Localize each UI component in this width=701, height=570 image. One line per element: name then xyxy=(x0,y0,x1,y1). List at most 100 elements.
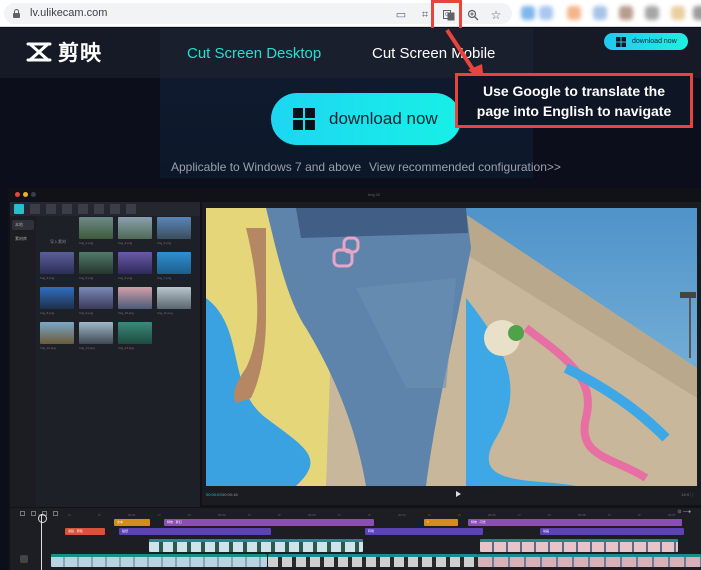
logo-text: 剪映 xyxy=(58,42,102,65)
media-thumbnail[interactable] xyxy=(40,252,74,274)
media-thumbnail[interactable] xyxy=(79,322,113,344)
ruler-tick: 2f xyxy=(638,513,641,517)
zoom-icon[interactable] xyxy=(467,9,479,21)
undo-icon[interactable] xyxy=(20,511,25,516)
close-dot-icon[interactable] xyxy=(15,192,20,197)
tab-sticker[interactable] xyxy=(62,204,72,214)
window-controls xyxy=(15,192,36,197)
bookmark-star-icon[interactable]: ☆ xyxy=(490,9,502,21)
header-download-button[interactable]: download now xyxy=(604,33,688,50)
callout-line-1: Use Google to translate the xyxy=(482,82,666,99)
capcut-logo-icon xyxy=(26,42,52,62)
minimize-dot-icon[interactable] xyxy=(23,192,28,197)
tab-adjust[interactable] xyxy=(126,204,136,214)
media-thumbnail-caption: Img_13.png xyxy=(79,346,95,350)
media-thumbnail[interactable] xyxy=(118,322,152,344)
media-thumbnail-caption: Img_4.png xyxy=(40,276,55,280)
editor-preview-window: Img 02 本地 素材库 导入素材 Img_1.png Img_2.png Img… xyxy=(8,188,701,570)
media-thumbnail-caption: Img_10.png xyxy=(118,311,134,315)
ruler-tick: 00:01 xyxy=(128,513,136,517)
redo-icon[interactable] xyxy=(31,511,36,516)
tab-effects[interactable] xyxy=(78,204,88,214)
extension-icon[interactable] xyxy=(539,6,553,20)
video-clip[interactable] xyxy=(480,539,678,552)
media-thumbnail[interactable] xyxy=(40,287,74,309)
extension-icon[interactable] xyxy=(619,6,633,20)
video-clip[interactable] xyxy=(149,539,363,552)
main-track-lock-icon[interactable] xyxy=(20,555,28,563)
tab-text[interactable] xyxy=(46,204,56,214)
media-thumbnail[interactable] xyxy=(79,252,113,274)
logo[interactable]: 剪映 xyxy=(26,38,102,66)
download-now-button[interactable]: download now xyxy=(271,93,461,145)
url-text[interactable]: lv.ulikecam.com xyxy=(30,7,107,19)
effect-clip[interactable]: 滤镜 · 调色 xyxy=(65,528,105,535)
effect-clip[interactable]: 贴纸 xyxy=(119,528,271,535)
preview-panel: 00:00:03 00:00:18 16:9 ⛶ xyxy=(202,202,701,505)
effect-clip[interactable]: T xyxy=(424,519,458,526)
nav-mobile[interactable]: Cut Screen Mobile xyxy=(372,45,495,62)
extension-icon[interactable] xyxy=(645,6,659,20)
ruler-tick: 2f xyxy=(188,513,191,517)
ruler-tick: 1f xyxy=(428,513,431,517)
video-clip[interactable] xyxy=(478,554,701,567)
site-header: 剪映 Cut Screen Desktop Cut Screen Mobile … xyxy=(0,28,701,78)
sidebar-item-library[interactable]: 素材库 xyxy=(12,234,34,244)
media-thumbnail-caption: Img_3.png xyxy=(157,241,172,245)
total-timecode: 00:00:18 xyxy=(222,492,238,497)
media-thumbnail[interactable] xyxy=(118,217,152,239)
sidebar-item-local[interactable]: 本地 xyxy=(12,220,34,230)
aspect-ratio-control[interactable]: 16:9 ⛶ xyxy=(681,492,693,497)
media-thumbnail[interactable] xyxy=(79,217,113,239)
windows-icon xyxy=(616,36,626,47)
media-thumbnail[interactable] xyxy=(118,287,152,309)
ruler-tick: 1f xyxy=(158,513,161,517)
effect-clip[interactable]: 特效 · 闪光 xyxy=(468,519,682,526)
media-library-panel: 本地 素材库 导入素材 Img_1.png Img_2.png Img_3.png I… xyxy=(10,202,200,507)
media-thumbnail[interactable] xyxy=(157,217,191,239)
play-icon[interactable] xyxy=(456,491,461,497)
effect-clip[interactable]: 特效 · 梦幻 xyxy=(164,519,374,526)
extension-icon[interactable] xyxy=(671,6,685,20)
media-thumbnail[interactable] xyxy=(118,252,152,274)
cast-icon[interactable]: ▭ xyxy=(395,9,407,21)
lock-icon[interactable] xyxy=(13,9,20,18)
media-thumbnail-caption: Img_6.png xyxy=(118,276,133,280)
extension-icon[interactable] xyxy=(693,6,701,20)
media-thumbnail[interactable] xyxy=(40,322,74,344)
import-media-button[interactable]: 导入素材 xyxy=(50,239,66,245)
media-thumbnail[interactable] xyxy=(79,287,113,309)
ruler-tick: 00:07 xyxy=(668,513,676,517)
ruler-tick: 2f xyxy=(548,513,551,517)
video-frame-image xyxy=(206,208,697,486)
extension-icon[interactable] xyxy=(567,6,581,20)
tab-audio[interactable] xyxy=(30,204,40,214)
extension-icon[interactable] xyxy=(521,6,535,20)
windows-icon xyxy=(293,108,315,130)
media-thumbnail[interactable] xyxy=(157,287,191,309)
maximize-dot-icon[interactable] xyxy=(31,192,36,197)
media-thumbnail[interactable] xyxy=(157,252,191,274)
video-clip[interactable] xyxy=(51,554,267,567)
extensions-area xyxy=(515,4,701,24)
media-thumbnail-caption: Img_14.png xyxy=(118,346,134,350)
ruler-tick: 1f xyxy=(248,513,251,517)
tab-media[interactable] xyxy=(14,204,24,214)
tab-transitions[interactable] xyxy=(94,204,104,214)
video-preview[interactable] xyxy=(206,208,697,486)
extension-icon[interactable] xyxy=(593,6,607,20)
tab-filters[interactable] xyxy=(110,204,120,214)
nav-desktop[interactable]: Cut Screen Desktop xyxy=(187,45,321,62)
recommended-config-link[interactable]: View recommended configuration>> xyxy=(369,160,561,174)
playhead[interactable] xyxy=(38,514,47,570)
media-thumbnail-caption: Img_9.png xyxy=(79,311,94,315)
video-clip[interactable] xyxy=(268,554,478,567)
screenshot-icon[interactable]: ⌗ xyxy=(419,9,431,21)
effect-clip[interactable]: 文本 xyxy=(114,519,150,526)
media-thumbnail-caption: Img_11.png xyxy=(157,311,173,315)
requirement-text: Applicable to Windows 7 and above xyxy=(171,160,362,174)
effect-clip[interactable]: 动画 xyxy=(540,528,684,535)
effect-clip[interactable]: 转场 xyxy=(365,528,483,535)
ruler-tick: 2f xyxy=(278,513,281,517)
editor-title: Img 02 xyxy=(368,192,381,197)
